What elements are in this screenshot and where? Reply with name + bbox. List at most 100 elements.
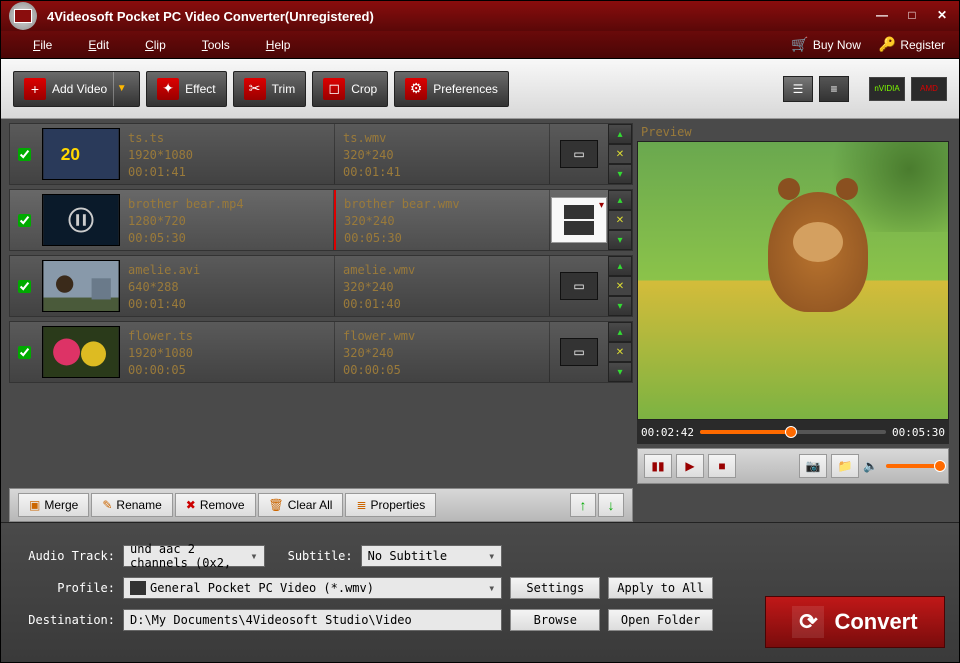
trim-button[interactable]: ✂ Trim: [233, 71, 307, 107]
row-up-icon[interactable]: ▴: [608, 322, 632, 342]
menu-edit[interactable]: Edit: [70, 34, 127, 56]
buy-now-label: Buy Now: [813, 38, 861, 52]
file-checkbox[interactable]: [18, 346, 31, 359]
output-format-dropdown[interactable]: ▾: [551, 197, 607, 243]
preview-label: Preview: [637, 123, 949, 141]
menu-bar: File Edit Clip Tools Help 🛒 Buy Now 🔑 Re…: [1, 31, 959, 59]
apply-to-all-button[interactable]: Apply to All: [608, 577, 713, 599]
app-logo: [9, 2, 37, 30]
svg-text:20: 20: [61, 144, 80, 164]
output-info: amelie.wmv320*24000:01:40: [335, 256, 550, 316]
menu-help[interactable]: Help: [248, 34, 309, 56]
nvidia-badge: nVIDIA: [869, 77, 905, 101]
row-remove-icon[interactable]: ✕: [608, 144, 632, 164]
volume-slider[interactable]: [886, 464, 942, 468]
row-up-icon[interactable]: ▴: [608, 256, 632, 276]
profile-select[interactable]: General Pocket PC Video (*.wmv): [123, 577, 502, 599]
row-remove-icon[interactable]: ✕: [608, 342, 632, 362]
move-down-button[interactable]: ↓: [598, 493, 624, 517]
file-checkbox[interactable]: [18, 148, 31, 161]
file-thumbnail: 20: [42, 128, 120, 180]
row-remove-icon[interactable]: ✕: [608, 276, 632, 296]
bottom-panel: Audio Track: und aac 2 channels (0x2, Su…: [1, 522, 959, 662]
file-row[interactable]: flower.ts1920*108000:00:05 flower.wmv320…: [9, 321, 633, 383]
source-info: amelie.avi640*28800:01:40: [120, 256, 335, 316]
audio-track-label: Audio Track:: [15, 549, 115, 563]
preferences-button[interactable]: ⚙ Preferences: [394, 71, 509, 107]
file-checkbox[interactable]: [18, 280, 31, 293]
player-controls: ▮▮ ▶ ■ 📷 📁 🔈: [637, 448, 949, 484]
crop-label: Crop: [351, 82, 377, 96]
row-down-icon[interactable]: ▾: [608, 296, 632, 316]
output-format-button[interactable]: ▭: [560, 140, 598, 168]
file-thumbnail: [42, 260, 120, 312]
effect-button[interactable]: ✦ Effect: [146, 71, 226, 107]
preview-video[interactable]: [637, 141, 949, 420]
play-button[interactable]: ▶: [676, 454, 704, 478]
key-icon: 🔑: [879, 36, 896, 53]
file-list: 20 ts.ts1920*108000:01:41 ts.wmv320*2400…: [1, 119, 637, 484]
stop-button[interactable]: ■: [708, 454, 736, 478]
open-folder-button[interactable]: Open Folder: [608, 609, 713, 631]
view-detail-button[interactable]: ≡: [819, 76, 849, 102]
file-row[interactable]: 20 ts.ts1920*108000:01:41 ts.wmv320*2400…: [9, 123, 633, 185]
current-time: 00:02:42: [641, 426, 694, 439]
properties-button[interactable]: ≣Properties: [345, 493, 436, 517]
move-up-button[interactable]: ↑: [570, 493, 596, 517]
file-row[interactable]: brother bear.mp41280*72000:05:30 brother…: [9, 189, 633, 251]
open-snapshot-folder-button[interactable]: 📁: [831, 454, 859, 478]
total-time: 00:05:30: [892, 426, 945, 439]
settings-button[interactable]: Settings: [510, 577, 600, 599]
minimize-button[interactable]: —: [873, 8, 891, 24]
register-label: Register: [900, 38, 945, 52]
output-info: brother bear.wmv320*24000:05:30: [334, 190, 550, 250]
source-info: flower.ts1920*108000:00:05: [120, 322, 335, 382]
audio-track-select[interactable]: und aac 2 channels (0x2,: [123, 545, 265, 567]
output-format-button[interactable]: ▭: [560, 338, 598, 366]
effect-icon: ✦: [157, 78, 179, 100]
row-up-icon[interactable]: ▴: [608, 190, 632, 210]
row-remove-icon[interactable]: ✕: [608, 210, 632, 230]
row-up-icon[interactable]: ▴: [608, 124, 632, 144]
pause-button[interactable]: ▮▮: [644, 454, 672, 478]
view-list-button[interactable]: ☰: [783, 76, 813, 102]
clear-all-button[interactable]: 🗑Clear All: [258, 493, 344, 517]
toolbar: + Add Video ▼ ✦ Effect ✂ Trim ◻ Crop ⚙ P…: [1, 59, 959, 119]
destination-input[interactable]: D:\My Documents\4Videosoft Studio\Video: [123, 609, 502, 631]
row-down-icon[interactable]: ▾: [608, 362, 632, 382]
crop-icon: ◻: [323, 78, 345, 100]
maximize-button[interactable]: □: [903, 8, 921, 24]
convert-button[interactable]: ⟳ Convert: [765, 596, 945, 648]
browse-button[interactable]: Browse: [510, 609, 600, 631]
add-video-button[interactable]: + Add Video ▼: [13, 71, 140, 107]
gear-icon: ⚙: [405, 78, 427, 100]
row-down-icon[interactable]: ▾: [608, 230, 632, 250]
close-button[interactable]: ✕: [933, 8, 951, 24]
file-row[interactable]: amelie.avi640*28800:01:40 amelie.wmv320*…: [9, 255, 633, 317]
buy-now-link[interactable]: 🛒 Buy Now: [791, 36, 860, 53]
crop-button[interactable]: ◻ Crop: [312, 71, 388, 107]
menu-tools[interactable]: Tools: [184, 34, 248, 56]
remove-button[interactable]: ✖Remove: [175, 493, 256, 517]
merge-button[interactable]: ▣Merge: [18, 493, 89, 517]
effect-label: Effect: [185, 82, 215, 96]
rename-button[interactable]: ✎Rename: [91, 493, 172, 517]
file-checkbox[interactable]: [18, 214, 31, 227]
preview-pane: Preview 00:02:42 00:05:30 ▮▮ ▶ ■: [637, 119, 957, 484]
menu-clip[interactable]: Clip: [127, 34, 184, 56]
plus-icon: +: [24, 78, 46, 100]
output-format-button[interactable]: ▭: [560, 272, 598, 300]
volume-icon: 🔈: [863, 459, 878, 473]
snapshot-button[interactable]: 📷: [799, 454, 827, 478]
row-down-icon[interactable]: ▾: [608, 164, 632, 184]
add-video-dropdown[interactable]: ▼: [113, 72, 129, 106]
menu-file[interactable]: File: [15, 34, 70, 56]
add-video-label: Add Video: [52, 82, 107, 96]
destination-label: Destination:: [15, 613, 115, 627]
register-link[interactable]: 🔑 Register: [879, 36, 945, 53]
profile-label: Profile:: [15, 581, 115, 595]
scissors-icon: ✂: [244, 78, 266, 100]
trim-label: Trim: [272, 82, 296, 96]
playback-scrubber[interactable]: 00:02:42 00:05:30: [637, 420, 949, 444]
subtitle-select[interactable]: No Subtitle: [361, 545, 503, 567]
